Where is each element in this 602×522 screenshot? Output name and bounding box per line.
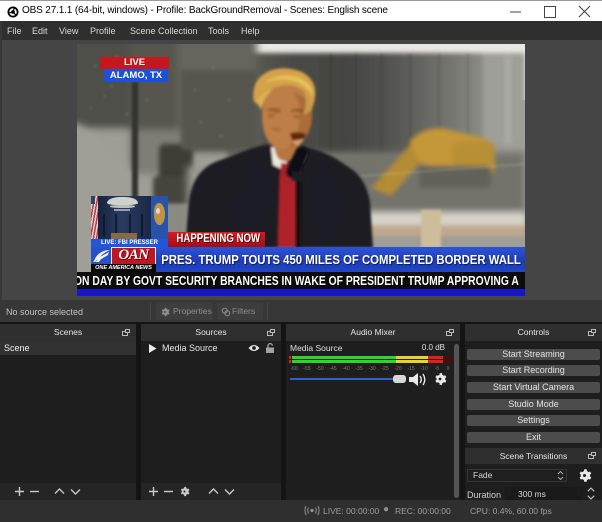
- svg-text:0: 0: [447, 366, 450, 372]
- svg-text:-45: -45: [329, 366, 336, 372]
- svg-text:-40: -40: [342, 366, 349, 372]
- svg-text:-30: -30: [368, 366, 375, 372]
- svg-text:-55: -55: [303, 366, 310, 372]
- svg-text:-50: -50: [316, 366, 323, 372]
- svg-text:-35: -35: [355, 366, 362, 372]
- svg-text:-20: -20: [394, 366, 401, 372]
- svg-text:-60: -60: [290, 366, 297, 372]
- svg-text:-10: -10: [420, 366, 427, 372]
- svg-text:-25: -25: [381, 366, 388, 372]
- svg-text:-15: -15: [407, 366, 414, 372]
